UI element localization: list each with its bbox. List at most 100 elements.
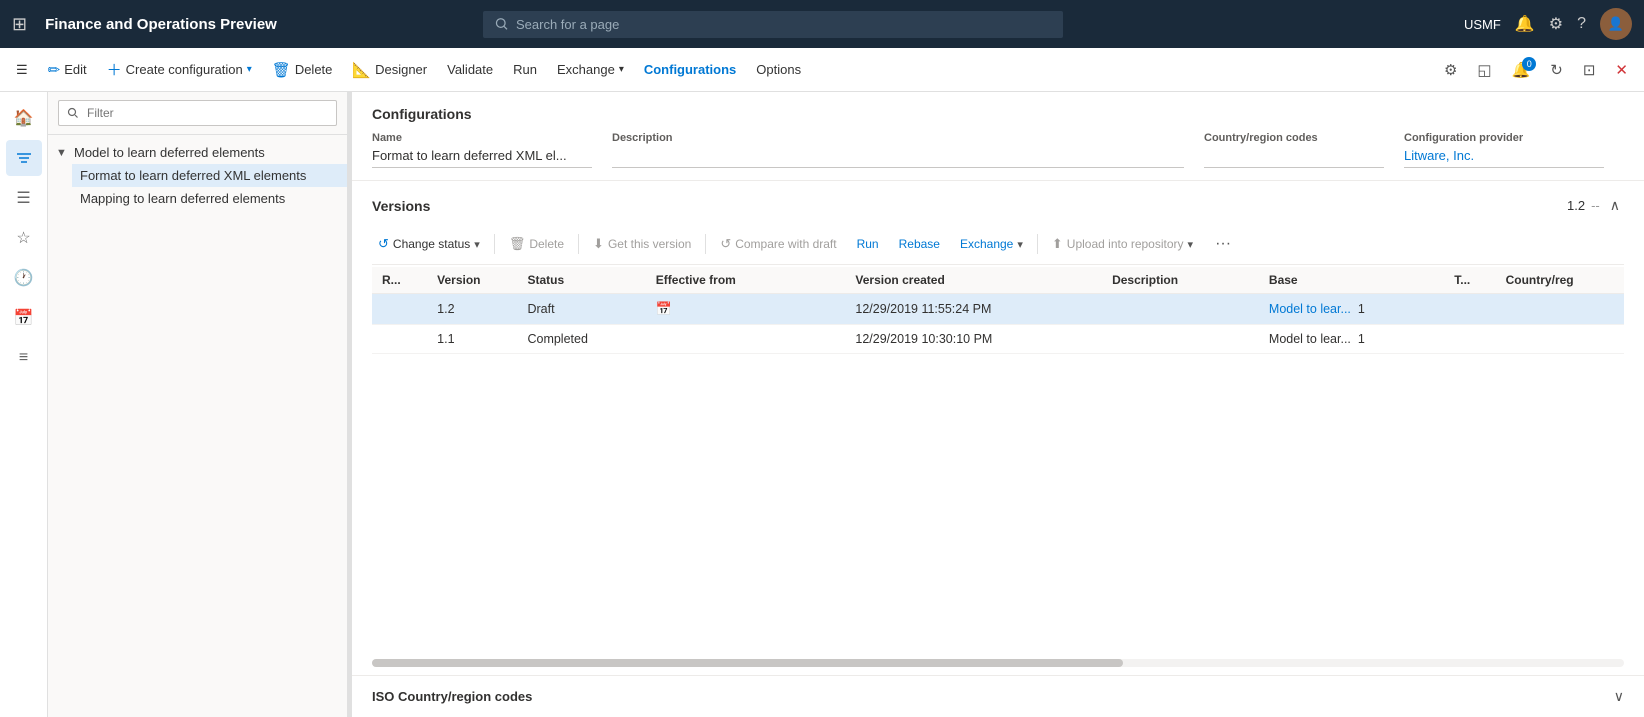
sidebar-item-calendar[interactable]: 📅 [6, 300, 42, 336]
personalize-button[interactable]: ⚙ [1436, 55, 1465, 85]
calendar-icon-row1[interactable]: 📅 [656, 301, 672, 316]
upload-repository-button[interactable]: ⬆ Upload into repository ▾ [1046, 232, 1199, 256]
hamburger-button[interactable]: ☰ [8, 56, 36, 84]
ver-delete-button[interactable]: 🗑 Delete [503, 232, 570, 256]
get-version-button[interactable]: ⬇ Get this version [587, 232, 697, 256]
change-status-button[interactable]: ↺ Change status ▾ [372, 232, 486, 256]
tree-node-format[interactable]: Format to learn deferred XML elements [72, 164, 347, 187]
meta-country: Country/region codes [1204, 132, 1404, 168]
sidebar-item-filter[interactable] [6, 140, 42, 176]
tree-node-mapping[interactable]: Mapping to learn deferred elements [72, 187, 347, 210]
versions-toolbar: ↺ Change status ▾ 🗑 Delete ⬇ Get this ve… [372, 226, 1624, 265]
view-button[interactable]: ◱ [1469, 55, 1499, 85]
ver-delete-icon: 🗑 [509, 236, 526, 252]
tree-body: ▼ Model to learn deferred elements Forma… [48, 135, 347, 717]
sidebar-item-history[interactable]: 🕐 [6, 260, 42, 296]
notification-bell-button[interactable]: 🔔 0 [1504, 55, 1539, 85]
versions-table-body: 1.2 Draft 📅 12/29/2019 11:55:24 PM Model… [372, 294, 1624, 354]
horizontal-scrollbar[interactable] [372, 651, 1624, 675]
country-label: Country/region codes [1204, 132, 1384, 144]
delete-button[interactable]: 🗑 Delete [264, 55, 341, 85]
create-config-button[interactable]: ＋ Create configuration ▾ [99, 53, 260, 86]
sidebar-item-home[interactable]: 🏠 [6, 100, 42, 136]
versions-controls: 1.2 -- ∧ [1567, 195, 1624, 216]
row1-status: Draft [517, 294, 645, 325]
col-header-version: Version [427, 267, 517, 294]
plus-icon: ＋ [107, 59, 122, 80]
versions-header: Versions 1.2 -- ∧ [372, 195, 1624, 216]
configurations-button[interactable]: Configurations [636, 56, 744, 83]
sidebar-item-list[interactable]: ☰ [6, 180, 42, 216]
row1-base: Model to lear... 1 [1259, 294, 1444, 325]
iso-title: ISO Country/region codes [372, 689, 532, 704]
meta-name: Name Format to learn deferred XML el... [372, 132, 612, 168]
user-label: USMF [1464, 17, 1501, 32]
expand-icon: ▼ [56, 147, 70, 159]
help-icon[interactable]: ? [1577, 15, 1586, 33]
tree-panel: ▼ Model to learn deferred elements Forma… [48, 92, 348, 717]
exchange-button[interactable]: Exchange ▾ [549, 56, 632, 83]
meta-description: Description [612, 132, 1204, 168]
notification-icon[interactable]: 🔔 [1515, 14, 1535, 34]
avatar[interactable]: 👤 [1600, 8, 1632, 40]
row2-version: 1.1 [427, 325, 517, 354]
root-node-label: Model to learn deferred elements [74, 145, 265, 160]
search-input[interactable] [516, 17, 1051, 32]
hamburger-icon: ☰ [16, 62, 28, 78]
refresh-button[interactable]: ↻ [1542, 55, 1571, 85]
ver-exchange-button[interactable]: Exchange ▾ [954, 233, 1029, 255]
col-header-status: Status [517, 267, 645, 294]
designer-button[interactable]: 📐 Designer [344, 55, 435, 85]
edit-button[interactable]: ✏ Edit [40, 55, 95, 85]
row1-version: 1.2 [427, 294, 517, 325]
version-number: 1.2 [1567, 198, 1585, 213]
rebase-button[interactable]: Rebase [893, 233, 946, 255]
row1-created: 12/29/2019 11:55:24 PM [845, 294, 1102, 325]
sidebar-item-menulist[interactable]: ≡ [6, 340, 42, 376]
change-status-chevron: ▾ [474, 238, 480, 251]
ver-tb-sep-4 [1037, 234, 1038, 254]
iso-collapse-button[interactable]: ∨ [1614, 688, 1624, 705]
row1-effective: 📅 [646, 294, 846, 325]
run-button[interactable]: Run [505, 56, 545, 83]
iso-section: ISO Country/region codes ∨ [352, 675, 1644, 717]
close-button[interactable]: ✕ [1607, 55, 1636, 85]
provider-value[interactable]: Litware, Inc. [1404, 148, 1604, 168]
sidebar-icons: 🏠 ☰ ☆ 🕐 📅 ≡ [0, 92, 48, 717]
row1-t [1444, 294, 1495, 325]
chevron-down-icon: ▾ [247, 64, 252, 75]
country-value [1204, 148, 1384, 168]
row2-created: 12/29/2019 10:30:10 PM [845, 325, 1102, 354]
compare-draft-button[interactable]: ↺ Compare with draft [714, 232, 842, 256]
sidebar-item-star[interactable]: ☆ [6, 220, 42, 256]
row1-base-link[interactable]: Model to lear... [1269, 302, 1351, 316]
restore-button[interactable]: ⊡ [1575, 55, 1604, 85]
row2-status: Completed [517, 325, 645, 354]
upload-icon: ⬆ [1052, 236, 1063, 252]
tree-children: Format to learn deferred XML elements Ma… [48, 164, 347, 210]
description-label: Description [612, 132, 1184, 144]
row2-base: Model to lear... 1 [1259, 325, 1444, 354]
table-row[interactable]: 1.2 Draft 📅 12/29/2019 11:55:24 PM Model… [372, 294, 1624, 325]
scroll-thumb [372, 659, 1123, 667]
grid-icon[interactable]: ⊞ [12, 14, 27, 35]
config-section-label: Configurations [372, 106, 1624, 122]
upload-chevron: ▾ [1188, 238, 1194, 251]
versions-collapse-button[interactable]: ∧ [1606, 195, 1624, 216]
app-title: Finance and Operations Preview [45, 16, 277, 33]
settings-icon[interactable]: ⚙ [1549, 14, 1563, 34]
validate-button[interactable]: Validate [439, 56, 501, 83]
config-header: Configurations Name Format to learn defe… [352, 92, 1644, 181]
close-icon: ✕ [1615, 61, 1628, 79]
delete-icon: 🗑 [272, 61, 291, 79]
options-button[interactable]: Options [748, 56, 809, 83]
name-value: Format to learn deferred XML el... [372, 148, 592, 168]
row2-desc [1102, 325, 1259, 354]
tree-node-root[interactable]: ▼ Model to learn deferred elements [48, 141, 347, 164]
tree-filter-input[interactable] [58, 100, 337, 126]
scroll-track [372, 659, 1624, 667]
ver-more-button[interactable]: ··· [1209, 233, 1237, 255]
ver-run-button[interactable]: Run [851, 233, 885, 255]
row2-country [1496, 325, 1624, 354]
table-row[interactable]: 1.1 Completed 12/29/2019 10:30:10 PM Mod… [372, 325, 1624, 354]
